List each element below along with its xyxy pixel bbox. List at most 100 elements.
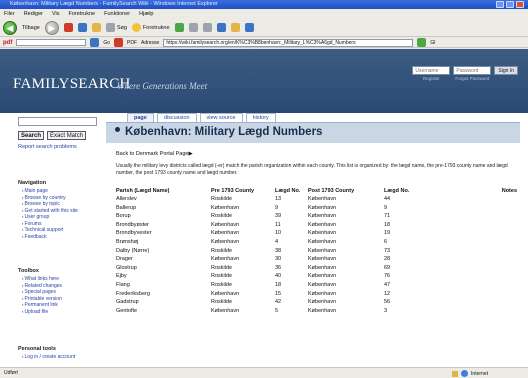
navigation-title: Navigation (18, 180, 47, 186)
search-button[interactable]: Søg (105, 23, 127, 32)
cell-pre-number: 4 (275, 238, 279, 245)
messenger-icon[interactable] (244, 23, 254, 32)
exact-match-button[interactable]: Exact Match (47, 131, 87, 140)
tab-discussion[interactable]: discussion (156, 113, 197, 122)
cell-pre-county: København (211, 204, 240, 211)
nav-feedback[interactable]: Feedback (22, 234, 78, 241)
cell-post-county: København (308, 256, 337, 263)
favorites-button[interactable]: Foretrukne (131, 23, 170, 32)
cell-notes (477, 221, 517, 230)
print-icon[interactable] (202, 23, 212, 32)
address-label: Adresse (141, 39, 160, 46)
cell-notes (477, 212, 517, 221)
toolbox-upload-file[interactable]: Upload file (22, 309, 62, 316)
pdf-button[interactable]: PDF (127, 40, 137, 46)
report-search-problems-link[interactable]: Report search problems (18, 144, 77, 150)
heading-band: København: Military Lægd Numbers (106, 122, 520, 143)
cell-pre-county: Roskilde (211, 273, 233, 280)
stop-icon[interactable] (63, 23, 73, 32)
cell-parish: Glostrup (116, 264, 137, 271)
back-to-portal-link[interactable]: Back to Denmark Portal Page▶ (116, 151, 193, 157)
cell-pre-county: Roskilde (211, 213, 233, 220)
cell-post-number: 19 (384, 230, 391, 237)
table-body: Allerslev Roskilde 13 København 44 Ballerup Kø… (116, 195, 517, 315)
site-banner: FAMILYSEARCH Where Generations Meet Regi… (0, 49, 528, 113)
cell-post-county: København (308, 221, 337, 228)
cell-pre-county: København (211, 238, 240, 245)
menu-file[interactable]: Filer (4, 11, 15, 17)
cell-notes (477, 290, 517, 299)
forgot-password-link[interactable]: Forgot Password (455, 76, 489, 81)
laegd-table: Parish (Lægd Name) Pre 1793 County Lægd … (116, 187, 517, 315)
cell-post-county: København (308, 247, 337, 254)
table-row: Ballerup København 9 København 9 (116, 204, 517, 213)
sign-in-button[interactable]: Sign In (494, 66, 518, 75)
go-label[interactable]: Go (103, 40, 110, 46)
toolbox-what-links-here[interactable]: What links here (22, 276, 62, 283)
cell-parish: Dalby (Nørre) (116, 247, 150, 254)
back-button[interactable]: Tilbage (22, 25, 40, 31)
refresh-icon[interactable] (77, 23, 87, 32)
menu-view[interactable]: Vis (52, 11, 60, 17)
header-notes: Notes (501, 188, 517, 194)
cell-parish: Flang (116, 281, 130, 288)
login-form: Register Forgot Password Sign In (412, 66, 518, 81)
navigation-toolbar: ◀ Tilbage ▶ Søg Foretrukne (0, 19, 528, 37)
page-tabs: page discussion view source history (127, 113, 276, 122)
address-bar: pdf Go PDF Adresse https://wiki.familyse… (0, 38, 528, 48)
register-link[interactable]: Register (423, 76, 440, 81)
cell-pre-county: København (211, 230, 240, 237)
cell-post-county: København (308, 264, 337, 271)
cell-post-county: København (308, 307, 337, 314)
folder-icon[interactable] (230, 23, 240, 32)
pdf-search-input[interactable] (16, 39, 87, 46)
menu-help[interactable]: Hjælp (139, 11, 153, 17)
header-post-number: Lægd No. (384, 188, 410, 194)
familysearch-logo[interactable]: FAMILYSEARCH (13, 76, 131, 93)
cell-post-number: 3 (384, 307, 388, 314)
back-label: Tilbage (22, 24, 40, 31)
pdf-go-icon[interactable] (90, 38, 100, 47)
username-field[interactable] (412, 66, 451, 75)
cell-notes (477, 255, 517, 264)
tab-page[interactable]: page (127, 113, 154, 122)
tab-view-source[interactable]: view source (199, 113, 243, 122)
edit-icon[interactable] (216, 23, 226, 32)
cell-post-county: København (308, 230, 337, 237)
cell-parish: Brondbyøster (116, 221, 150, 228)
maximize-button[interactable] (506, 1, 514, 8)
cell-post-number: 12 (384, 290, 391, 297)
cell-pre-number: 13 (275, 196, 282, 202)
menu-tools[interactable]: Funktioner (104, 11, 130, 17)
forward-arrow-icon[interactable]: ▶ (44, 20, 59, 35)
home-icon[interactable] (91, 23, 101, 32)
tab-history[interactable]: history (245, 113, 276, 122)
toolbox-permanent-link[interactable]: Permanent link (22, 302, 62, 309)
wiki-search-button[interactable]: Search (18, 131, 45, 140)
menu-bar: Filer Rediger Vis Foretrukne Funktioner … (0, 9, 528, 19)
cell-post-county: København (308, 281, 337, 288)
go-arrow-icon[interactable] (417, 38, 427, 47)
cell-post-county: København (308, 299, 337, 306)
back-arrow-icon[interactable]: ◀ (3, 20, 17, 35)
mail-icon[interactable] (188, 23, 198, 32)
site-tagline: Where Generations Meet (117, 81, 208, 91)
menu-favorites[interactable]: Foretrukne (69, 11, 96, 17)
cell-post-number: 9 (384, 204, 388, 211)
table-row: Brondbyøster København 11 København 18 (116, 221, 517, 230)
history-icon[interactable] (174, 23, 184, 32)
table-row: Gentofte København 5 København 3 (116, 307, 517, 316)
password-field[interactable] (453, 66, 492, 75)
menu-edit[interactable]: Rediger (24, 11, 43, 17)
cell-parish: Borup (116, 213, 131, 220)
search-icon (105, 23, 115, 32)
url-field[interactable]: https://wiki.familysearch.org/en/K%C3%B8… (163, 38, 414, 47)
cell-pre-county: Roskilde (211, 299, 233, 306)
wiki-search-input[interactable] (18, 117, 97, 126)
links-label[interactable]: Gl (430, 40, 435, 46)
login-create-account-link[interactable]: Log in / create account (22, 354, 76, 361)
back-to-portal-text[interactable]: Back to Denmark Portal Page▶ (116, 151, 193, 157)
close-button[interactable] (516, 1, 524, 8)
toolbox-title: Toolbox (18, 268, 39, 274)
minimize-button[interactable] (496, 1, 504, 8)
